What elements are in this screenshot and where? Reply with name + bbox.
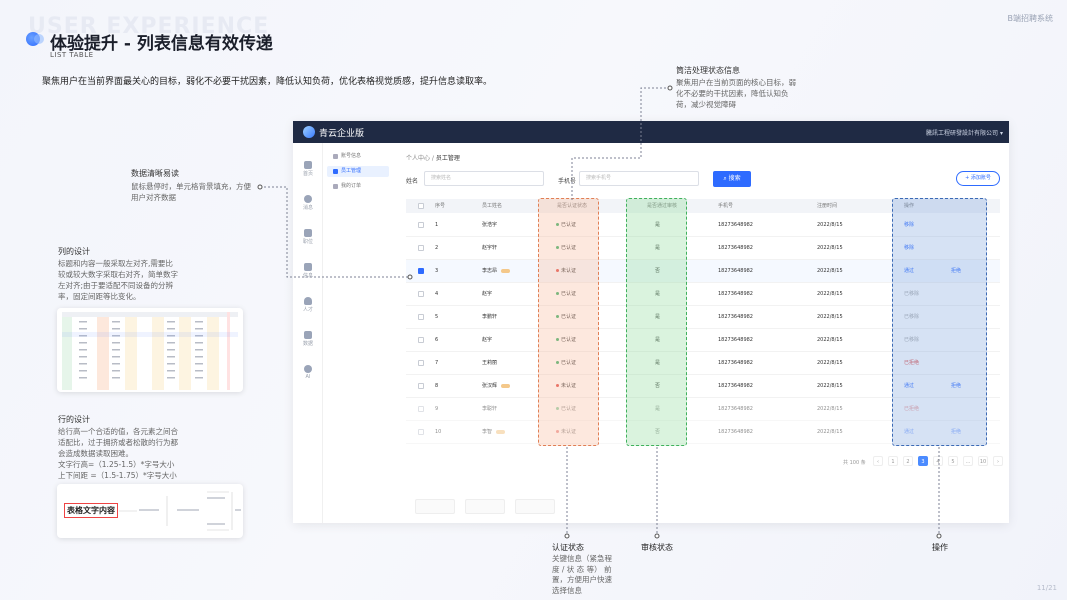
- callout-actions-title: 操作: [932, 543, 948, 552]
- callout-cert-text: 关键信息（紧急程度 / 状 态 等） 前置，方便用户快速 选择信息: [552, 554, 612, 595]
- callout-cert-title: 认证状态: [552, 543, 584, 552]
- connector-lines: [257, 85, 942, 539]
- page-number: 11/21: [1036, 584, 1057, 592]
- callout-audit-title: 审核状态: [641, 543, 673, 552]
